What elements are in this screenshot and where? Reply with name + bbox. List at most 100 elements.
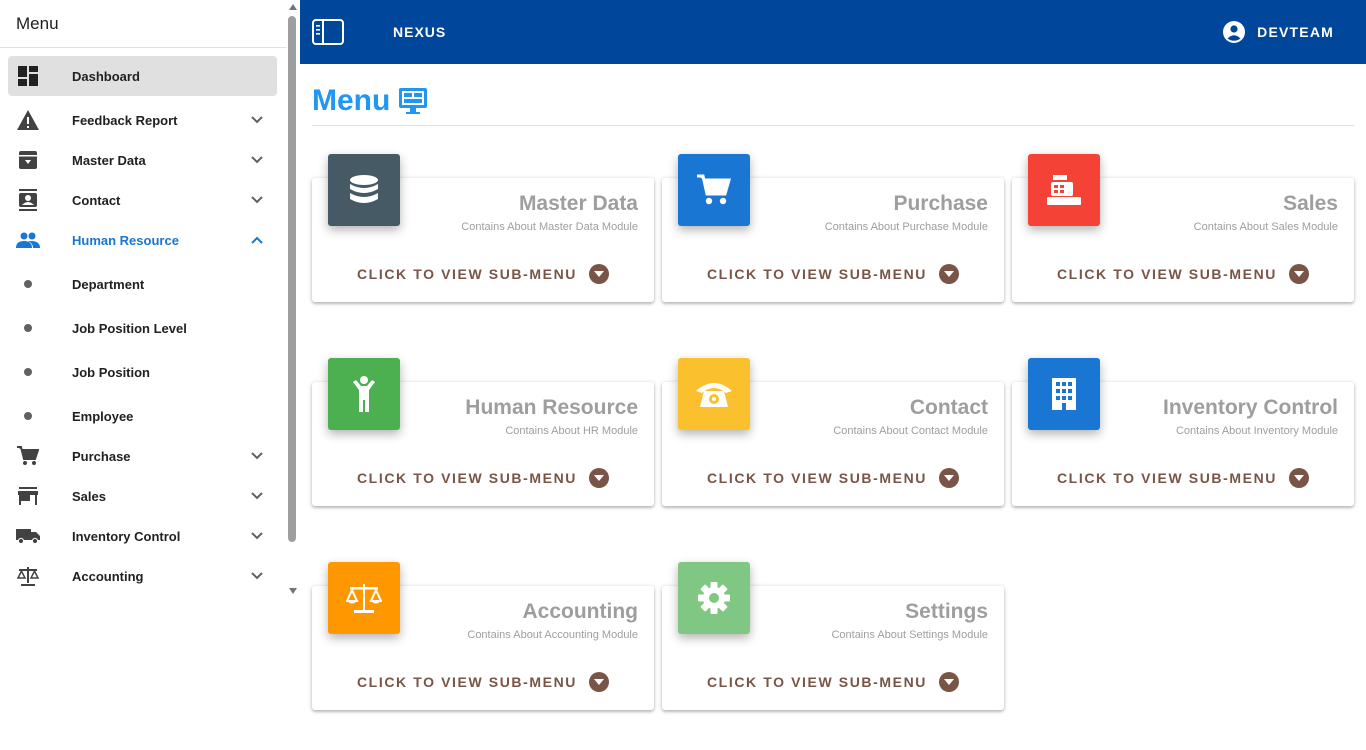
sidebar-item-master-data[interactable]: Master Data bbox=[8, 140, 277, 180]
view-submenu-button[interactable]: CLICK TO VIEW SUB-MENU bbox=[312, 468, 654, 488]
sidebar-item-sales[interactable]: Sales bbox=[8, 476, 277, 516]
monitor-dashboard-icon bbox=[399, 88, 428, 114]
caret-down-icon bbox=[1289, 264, 1310, 284]
main-content: Menu Master Data Contains About Master D… bbox=[300, 64, 1366, 750]
phone-icon bbox=[678, 358, 750, 430]
module-card-purchase[interactable]: Purchase Contains About Purchase Module … bbox=[662, 154, 1004, 302]
sidebar-item-label: Purchase bbox=[72, 448, 131, 464]
scale-icon bbox=[16, 564, 40, 588]
module-card-sales[interactable]: Sales Contains About Sales Module CLICK … bbox=[1012, 154, 1354, 302]
module-card-accounting[interactable]: Accounting Contains About Accounting Mod… bbox=[312, 562, 654, 710]
contact-card-icon bbox=[16, 188, 40, 212]
people-icon bbox=[16, 228, 40, 252]
sidebar-item-label: Employee bbox=[72, 408, 134, 424]
caret-down-icon bbox=[589, 264, 610, 284]
module-card-inventory-control[interactable]: Inventory Control Contains About Invento… bbox=[1012, 358, 1354, 506]
page-title: Menu bbox=[312, 84, 428, 118]
sidebar-item-label: Human Resource bbox=[72, 232, 179, 248]
sidebar-item-label: Dashboard bbox=[72, 68, 140, 84]
view-submenu-button[interactable]: CLICK TO VIEW SUB-MENU bbox=[662, 264, 1004, 284]
store-icon bbox=[16, 484, 40, 508]
sidebar-item-label: Contact bbox=[72, 192, 121, 208]
card-title: Settings bbox=[905, 600, 988, 623]
view-submenu-button[interactable]: CLICK TO VIEW SUB-MENU bbox=[662, 468, 1004, 488]
chevron-down-icon bbox=[251, 532, 263, 540]
view-submenu-label: CLICK TO VIEW SUB-MENU bbox=[706, 470, 928, 486]
view-submenu-label: CLICK TO VIEW SUB-MENU bbox=[356, 470, 578, 486]
view-submenu-button[interactable]: CLICK TO VIEW SUB-MENU bbox=[312, 672, 654, 692]
card-title: Master Data bbox=[518, 192, 638, 215]
view-submenu-label: CLICK TO VIEW SUB-MENU bbox=[1056, 470, 1278, 486]
scroll-up-arrow-icon[interactable] bbox=[289, 4, 297, 10]
card-subtitle: Contains About HR Module bbox=[505, 425, 638, 437]
sidebar-item-label: Feedback Report bbox=[72, 112, 178, 128]
sidebar-item-purchase[interactable]: Purchase bbox=[8, 436, 277, 476]
sidebar-subitem-department[interactable]: Department bbox=[8, 264, 277, 304]
sidebar-item-label: Job Position Level bbox=[72, 320, 187, 336]
sidebar-subitem-employee[interactable]: Employee bbox=[8, 396, 277, 436]
sidebar-item-human-resource[interactable]: Human Resource bbox=[8, 220, 277, 260]
sidebar-toggle-button[interactable] bbox=[312, 19, 344, 45]
chevron-down-icon bbox=[251, 116, 263, 124]
caret-down-icon bbox=[939, 468, 960, 488]
card-title: Contact bbox=[909, 396, 988, 419]
sidebar-item-contact[interactable]: Contact bbox=[8, 180, 277, 220]
view-submenu-label: CLICK TO VIEW SUB-MENU bbox=[706, 674, 928, 690]
card-subtitle: Contains About Accounting Module bbox=[467, 629, 638, 641]
card-title: Accounting bbox=[522, 600, 639, 623]
card-subtitle: Contains About Settings Module bbox=[831, 629, 988, 641]
sidebar-item-label: Accounting bbox=[72, 568, 144, 584]
view-submenu-button[interactable]: CLICK TO VIEW SUB-MENU bbox=[1012, 468, 1354, 488]
dashboard-icon bbox=[16, 64, 40, 88]
cart-icon bbox=[16, 444, 40, 468]
view-submenu-button[interactable]: CLICK TO VIEW SUB-MENU bbox=[312, 264, 654, 284]
gear-icon bbox=[678, 562, 750, 634]
module-card-contact[interactable]: Contact Contains About Contact Module CL… bbox=[662, 358, 1004, 506]
warning-icon bbox=[16, 108, 40, 132]
module-card-settings[interactable]: Settings Contains About Settings Module … bbox=[662, 562, 1004, 710]
app-title[interactable]: NEXUS bbox=[393, 24, 446, 40]
sidebar-subitem-job-position[interactable]: Job Position bbox=[8, 352, 277, 392]
sidebar-item-feedback-report[interactable]: Feedback Report bbox=[8, 100, 277, 140]
sidebar-toggle-icon bbox=[312, 19, 344, 45]
sidebar-item-accounting[interactable]: Accounting bbox=[8, 556, 277, 596]
caret-down-icon bbox=[939, 672, 960, 692]
sidebar-title: Menu bbox=[0, 0, 286, 48]
view-submenu-label: CLICK TO VIEW SUB-MENU bbox=[356, 266, 578, 282]
bullet-icon bbox=[24, 412, 32, 420]
sidebar-scrollbar[interactable] bbox=[286, 0, 300, 600]
chevron-down-icon bbox=[251, 492, 263, 500]
sidebar-item-inventory-control[interactable]: Inventory Control bbox=[8, 516, 277, 556]
card-subtitle: Contains About Inventory Module bbox=[1175, 425, 1338, 437]
sidebar-item-dashboard[interactable]: Dashboard bbox=[8, 56, 277, 96]
view-submenu-button[interactable]: CLICK TO VIEW SUB-MENU bbox=[662, 672, 1004, 692]
chevron-down-icon bbox=[251, 572, 263, 580]
view-submenu-button[interactable]: CLICK TO VIEW SUB-MENU bbox=[1012, 264, 1354, 284]
scroll-thumb[interactable] bbox=[288, 16, 296, 542]
card-subtitle: Contains About Sales Module bbox=[1193, 221, 1338, 233]
card-subtitle: Contains About Purchase Module bbox=[824, 221, 988, 233]
card-subtitle: Contains About Contact Module bbox=[833, 425, 988, 437]
archive-icon bbox=[16, 148, 40, 172]
database-icon bbox=[328, 154, 400, 226]
scroll-down-arrow-icon[interactable] bbox=[289, 588, 297, 594]
sidebar-subitem-job-position-level[interactable]: Job Position Level bbox=[8, 308, 277, 348]
person-icon bbox=[328, 358, 400, 430]
chevron-down-icon bbox=[251, 452, 263, 460]
card-title: Sales bbox=[1283, 192, 1338, 215]
module-card-master-data[interactable]: Master Data Contains About Master Data M… bbox=[312, 154, 654, 302]
user-name: DEVTEAM bbox=[1257, 24, 1334, 40]
module-card-human-resource[interactable]: Human Resource Contains About HR Module … bbox=[312, 358, 654, 506]
bullet-icon bbox=[24, 368, 32, 376]
caret-down-icon bbox=[589, 672, 610, 692]
account-circle-icon bbox=[1223, 21, 1246, 43]
cart-icon bbox=[678, 154, 750, 226]
sidebar: Menu Dashboard Feedback Report Master Da… bbox=[0, 0, 286, 750]
caret-down-icon bbox=[589, 468, 610, 488]
page-title-text: Menu bbox=[312, 84, 391, 117]
chevron-up-icon bbox=[251, 236, 263, 244]
scale-icon bbox=[328, 562, 400, 634]
user-menu[interactable]: DEVTEAM bbox=[1223, 21, 1334, 43]
building-icon bbox=[1028, 358, 1100, 430]
bullet-icon bbox=[24, 324, 32, 332]
